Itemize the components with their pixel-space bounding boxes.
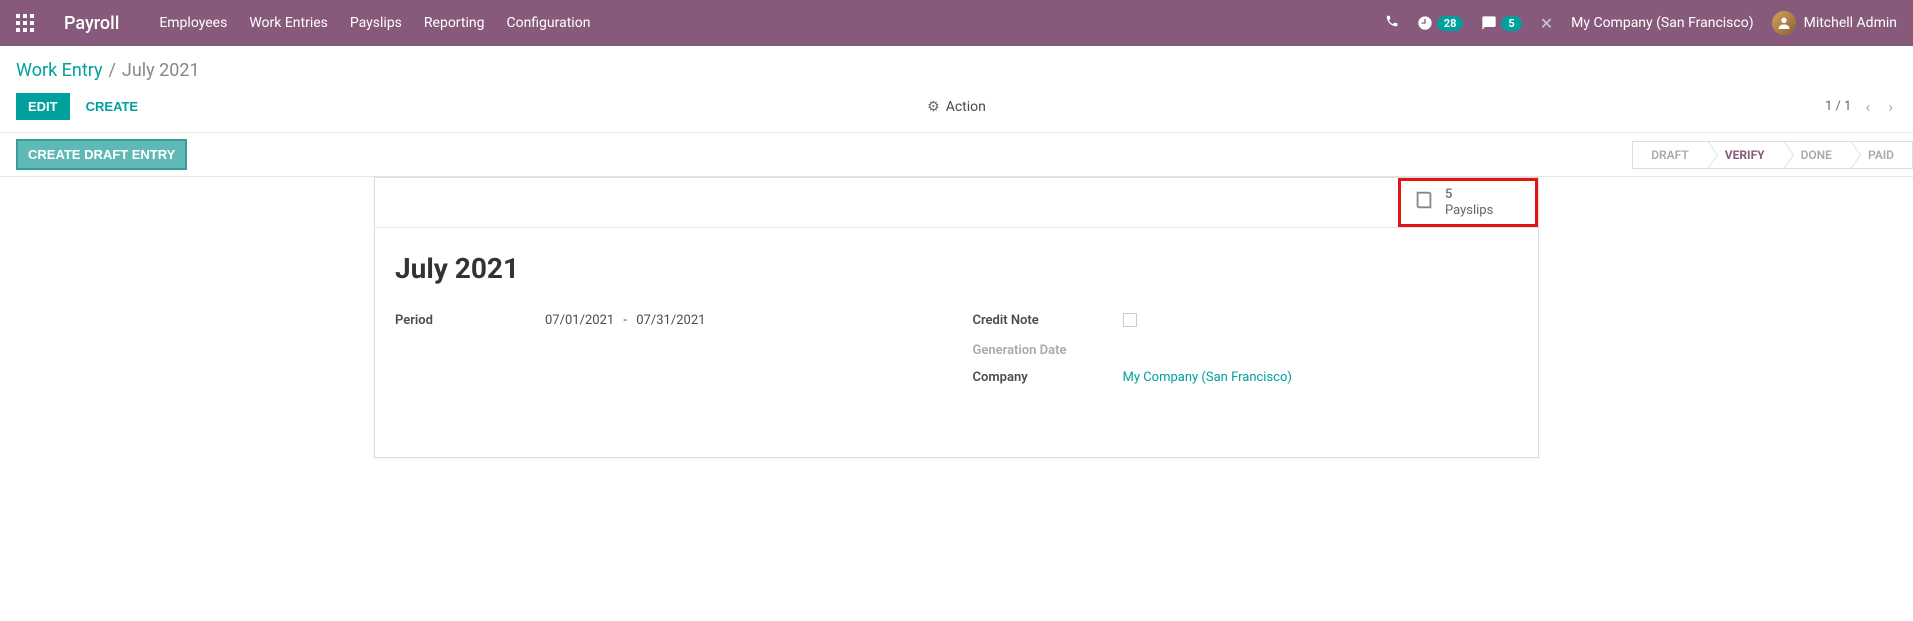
- status-draft[interactable]: DRAFT: [1632, 141, 1707, 169]
- apps-icon[interactable]: [16, 14, 34, 32]
- nav-payslips[interactable]: Payslips: [350, 15, 402, 31]
- nav-reporting[interactable]: Reporting: [424, 15, 485, 31]
- period-value: 07/01/2021 - 07/31/2021: [545, 313, 705, 328]
- avatar-icon: [1772, 11, 1796, 35]
- breadcrumb-current: July 2021: [122, 60, 200, 81]
- status-chain: DRAFT VERIFY DONE PAID: [1632, 141, 1913, 169]
- user-name: Mitchell Admin: [1804, 15, 1897, 31]
- book-icon: [1413, 189, 1435, 216]
- control-panel: EDIT CREATE ⚙ Action 1 / 1 ‹ ›: [0, 85, 1913, 132]
- field-company: Company My Company (San Francisco): [973, 370, 1519, 385]
- breadcrumb-separator: /: [108, 60, 115, 81]
- nav-right: 28 5 ✕ My Company (San Francisco) Mitche…: [1385, 11, 1897, 35]
- generation-date-label: Generation Date: [973, 343, 1123, 358]
- action-dropdown[interactable]: ⚙ Action: [927, 99, 986, 115]
- period-end: 07/31/2021: [636, 313, 705, 328]
- credit-note-value: [1123, 313, 1137, 331]
- company-value[interactable]: My Company (San Francisco): [1123, 370, 1292, 385]
- edit-button[interactable]: EDIT: [16, 93, 70, 120]
- close-icon[interactable]: ✕: [1540, 14, 1553, 33]
- app-brand: Payroll: [64, 13, 119, 34]
- status-verify[interactable]: VERIFY: [1707, 141, 1783, 169]
- top-nav: Payroll Employees Work Entries Payslips …: [0, 0, 1913, 46]
- field-period: Period 07/01/2021 - 07/31/2021: [395, 313, 941, 328]
- create-button[interactable]: CREATE: [86, 99, 138, 114]
- form-sheet: 5 Payslips July 2021 Period 07/01/2021 -…: [374, 177, 1539, 458]
- company-label: Company: [973, 370, 1123, 385]
- credit-note-checkbox[interactable]: [1123, 313, 1137, 327]
- phone-icon[interactable]: [1385, 14, 1399, 32]
- pager-next-icon[interactable]: ›: [1884, 93, 1897, 120]
- gear-icon: ⚙: [927, 99, 940, 115]
- activity-indicator[interactable]: 28: [1417, 15, 1464, 31]
- action-label: Action: [946, 99, 986, 115]
- sheet-container: 5 Payslips July 2021 Period 07/01/2021 -…: [0, 177, 1913, 458]
- activity-count: 28: [1437, 16, 1464, 31]
- breadcrumb: Work Entry / July 2021: [0, 46, 1913, 85]
- sheet-body: July 2021 Period 07/01/2021 - 07/31/2021: [375, 228, 1538, 457]
- form-columns: Period 07/01/2021 - 07/31/2021 Credit No…: [395, 313, 1518, 397]
- pager-value: 1 / 1: [1825, 99, 1851, 114]
- period-label: Period: [395, 313, 545, 328]
- period-start: 07/01/2021: [545, 313, 614, 328]
- period-dash: -: [623, 313, 627, 328]
- stat-count: 5: [1445, 187, 1493, 203]
- stat-button-row: 5 Payslips: [375, 178, 1538, 228]
- nav-configuration[interactable]: Configuration: [506, 15, 590, 31]
- payslips-stat-button[interactable]: 5 Payslips: [1398, 178, 1538, 227]
- field-credit-note: Credit Note: [973, 313, 1519, 331]
- user-menu[interactable]: Mitchell Admin: [1772, 11, 1897, 35]
- credit-note-label: Credit Note: [973, 313, 1123, 331]
- col-left: Period 07/01/2021 - 07/31/2021: [395, 313, 941, 397]
- record-title: July 2021: [395, 252, 1518, 285]
- messages-count: 5: [1501, 16, 1521, 31]
- status-bar: CREATE DRAFT ENTRY DRAFT VERIFY DONE PAI…: [0, 133, 1913, 177]
- company-switcher[interactable]: My Company (San Francisco): [1571, 15, 1753, 31]
- breadcrumb-parent[interactable]: Work Entry: [16, 60, 102, 81]
- pager-prev-icon[interactable]: ‹: [1861, 93, 1874, 120]
- stat-label: Payslips: [1445, 203, 1493, 219]
- nav-menu: Employees Work Entries Payslips Reportin…: [159, 15, 590, 31]
- pager: 1 / 1 ‹ ›: [1825, 93, 1897, 120]
- field-generation-date: Generation Date: [973, 343, 1519, 358]
- nav-employees[interactable]: Employees: [159, 15, 227, 31]
- stat-text: 5 Payslips: [1445, 187, 1493, 218]
- messages-indicator[interactable]: 5: [1481, 15, 1521, 31]
- create-draft-entry-button[interactable]: CREATE DRAFT ENTRY: [16, 139, 187, 170]
- nav-work-entries[interactable]: Work Entries: [249, 15, 328, 31]
- col-right: Credit Note Generation Date Company My C…: [973, 313, 1519, 397]
